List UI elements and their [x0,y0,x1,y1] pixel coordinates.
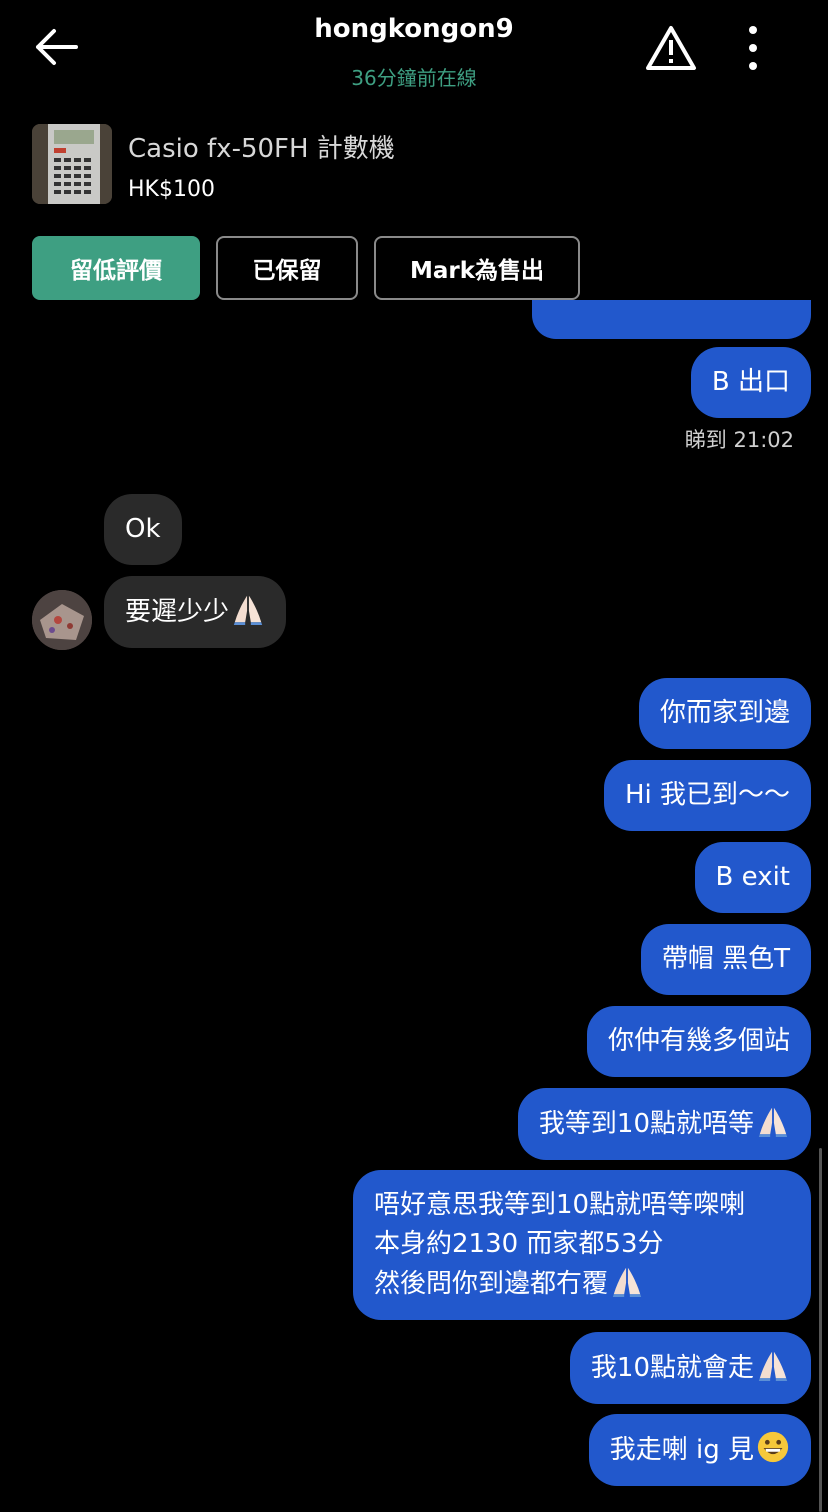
message-bubble-sent[interactable]: 帶帽 黑色T [640,924,811,995]
avatar[interactable] [32,590,92,650]
report-warning-icon[interactable] [645,24,697,72]
message-text: 我10點就會走 [590,1353,754,1383]
message-text: 我走喇 ig 見 [609,1435,754,1465]
listing-price: HK$100 [128,177,215,202]
message-bubble-sent[interactable]: 我走喇 ig 見 [588,1414,811,1486]
listing-title[interactable]: Casio fx-50FH 計數機 [128,128,395,165]
message-bubble-sent[interactable]: B exit [694,842,811,913]
folded-hands-emoji-icon [758,1107,788,1138]
message-text: 我等到10點就唔等 [538,1109,754,1139]
message-text: 要遲少少 [125,597,230,627]
message-bubble-sent[interactable]: 你仲有幾多個站 [586,1006,811,1077]
message-text-line: 然後問你到邊都冇覆 [374,1269,609,1299]
message-bubble-sent[interactable]: Hi 我已到～～ [603,760,811,831]
more-options-icon[interactable] [736,22,770,74]
folded-hands-emoji-icon [612,1267,642,1298]
message-bubble-sent[interactable]: 你而家到邊 [638,678,811,749]
read-receipt: 睇到 21:02 [684,428,794,452]
mark-as-sold-button[interactable]: Mark為售出 [374,236,580,300]
message-bubble-sent[interactable]: 唔好意思我等到10點就唔等㗎喇 本身約2130 而家都53分 然後問你到邊都冇覆 [353,1170,811,1320]
message-text-line: 唔好意思我等到10點就唔等㗎喇 [374,1190,746,1220]
message-bubble-received[interactable]: 要遲少少 [104,576,287,648]
listing-thumbnail[interactable] [32,124,112,204]
message-text: 帶帽 黑色T [661,944,790,974]
partial-message-bubble [532,300,811,339]
folded-hands-emoji-icon [233,595,263,626]
message-text-line: 本身約2130 而家都53分 [374,1229,664,1259]
folded-hands-emoji-icon [758,1351,788,1382]
message-bubble-received[interactable]: Ok [104,494,182,565]
message-text: Hi 我已到～～ [624,780,790,810]
reserved-button[interactable]: 已保留 [216,236,358,300]
leave-review-button[interactable]: 留低評價 [32,236,200,300]
online-status: 36分鐘前在線 [351,66,477,90]
message-bubble-sent[interactable]: B 出口 [690,347,811,418]
message-bubble-sent[interactable]: 我10點就會走 [569,1332,811,1404]
back-arrow-icon[interactable] [30,24,82,70]
message-bubble-sent[interactable]: 我等到10點就唔等 [517,1088,811,1160]
message-text: Ok [125,514,161,544]
scrollbar[interactable] [819,1148,822,1512]
message-text: B 出口 [711,367,790,397]
grinning-face-emoji-icon [757,1431,789,1463]
message-text: B exit [715,862,790,892]
message-text: 你仲有幾多個站 [607,1026,790,1056]
message-text: 你而家到邊 [659,698,790,728]
chat-username[interactable]: hongkongon9 [214,14,614,44]
